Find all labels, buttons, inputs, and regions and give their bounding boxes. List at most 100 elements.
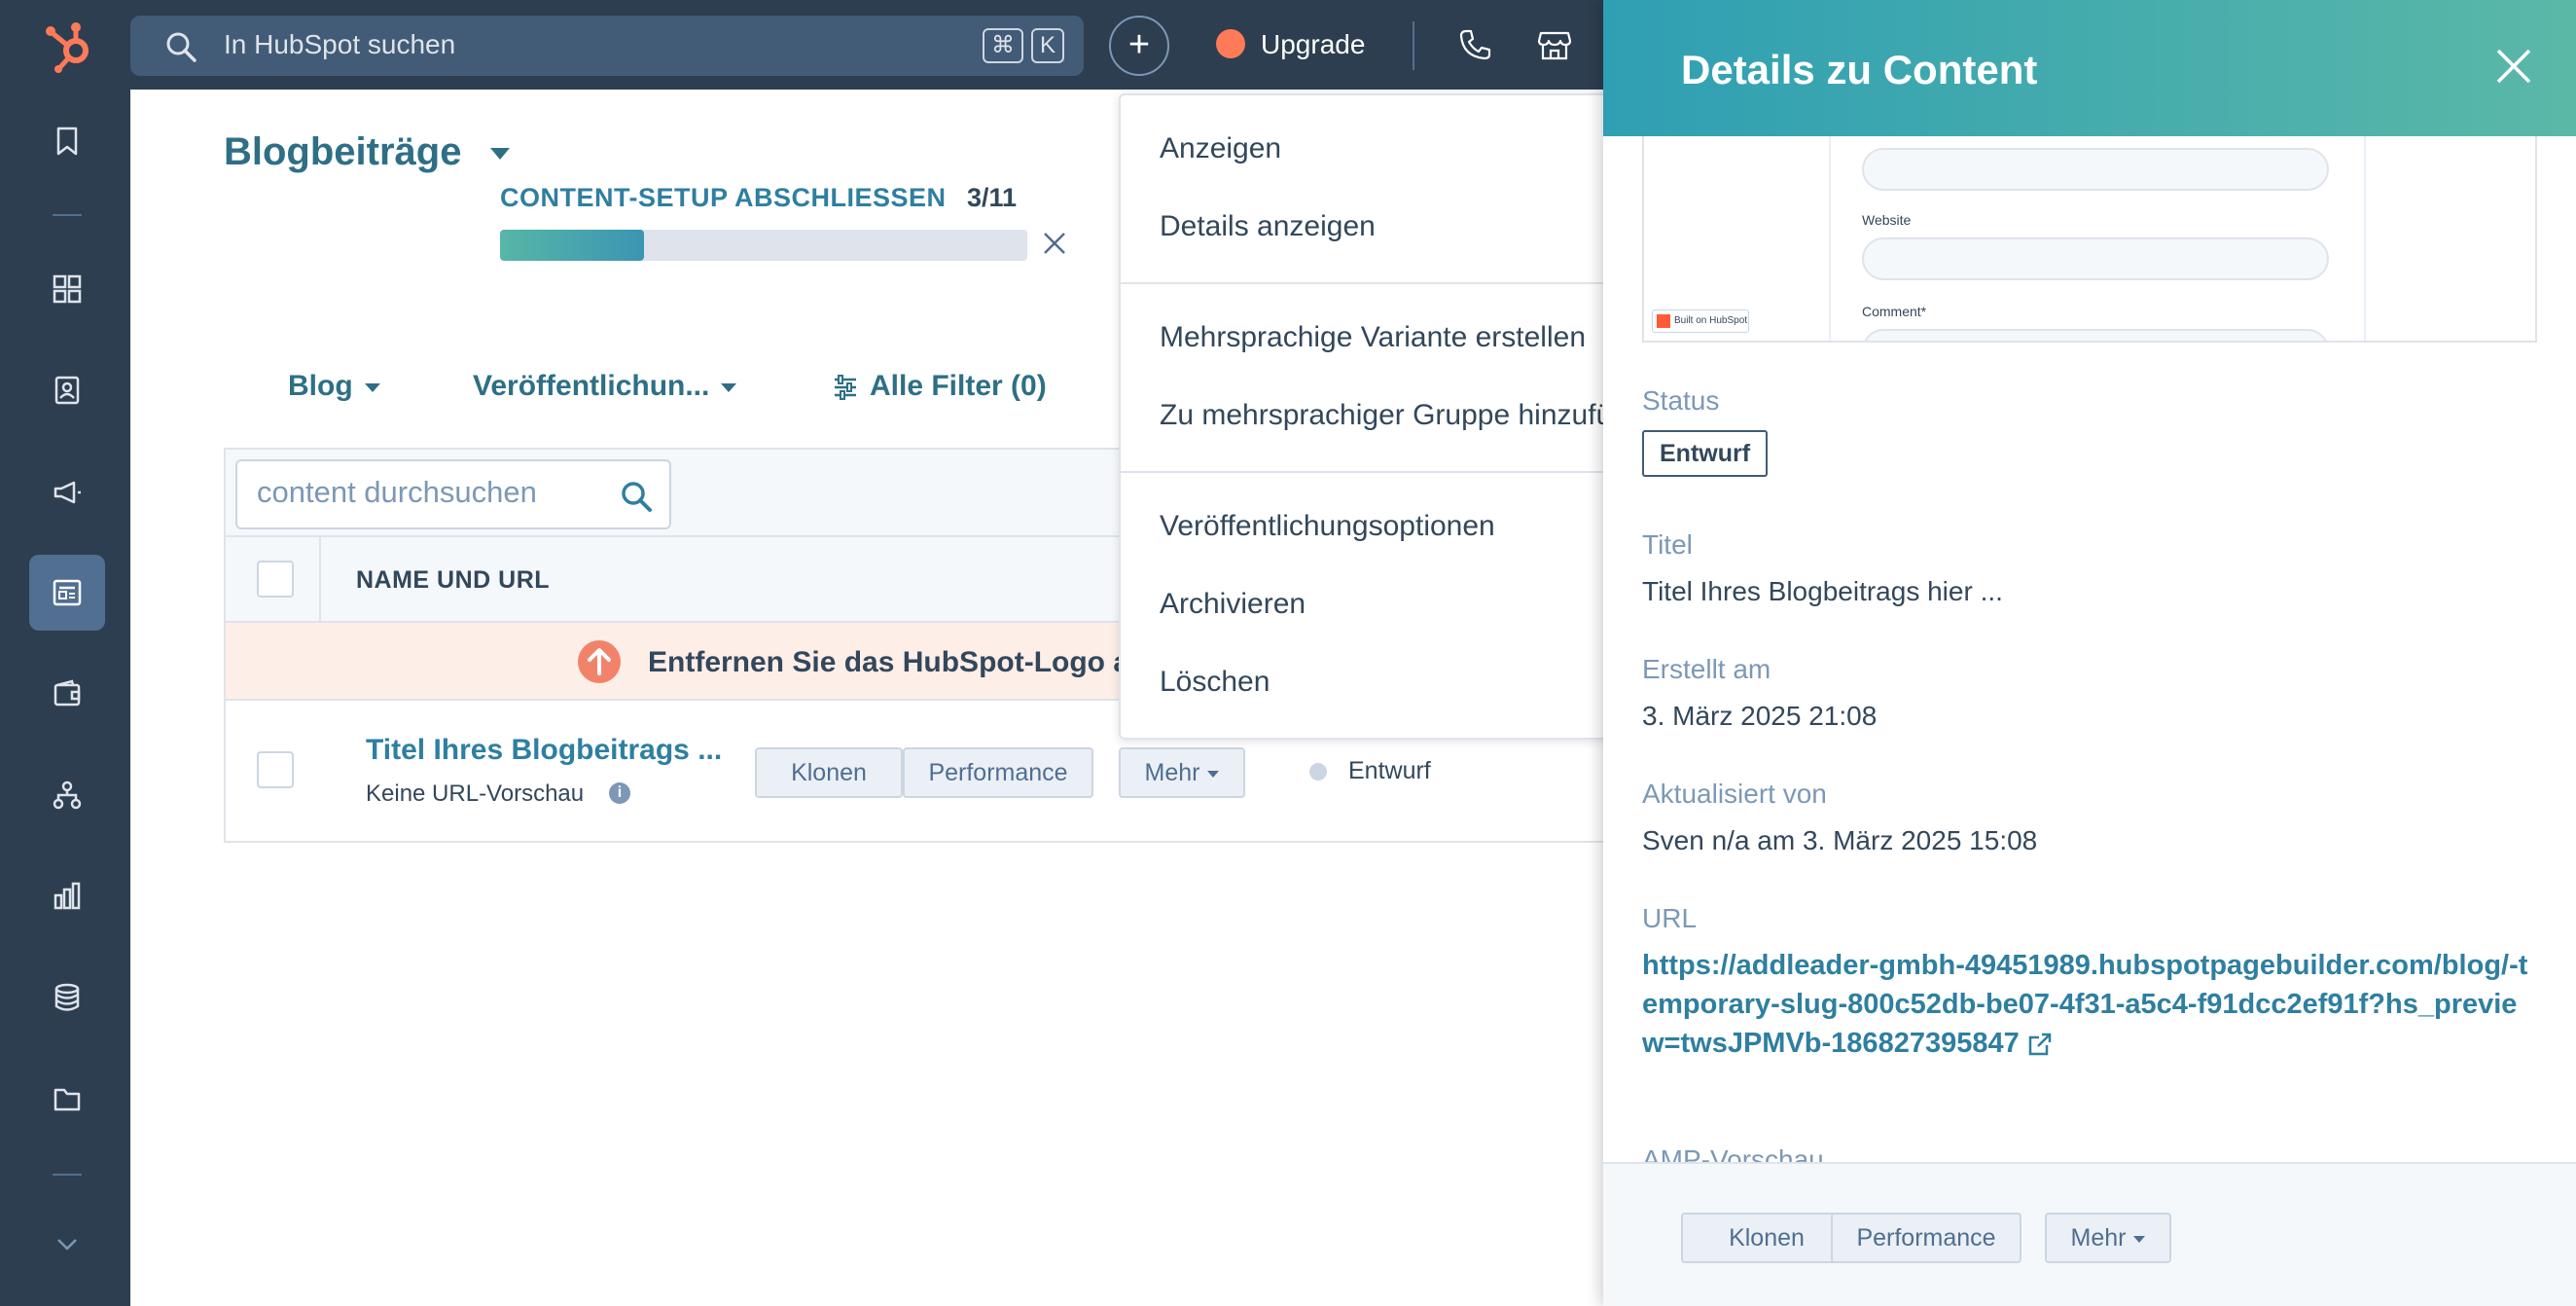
nav-content[interactable] bbox=[29, 555, 105, 631]
nav-commerce[interactable] bbox=[29, 656, 105, 732]
menu-separator bbox=[1121, 282, 1613, 284]
caret-down-icon bbox=[364, 382, 380, 392]
status-label: Status bbox=[1642, 385, 1720, 416]
panel-performance-button[interactable]: Performance bbox=[1831, 1213, 2021, 1263]
preview-form-field bbox=[1862, 329, 2329, 341]
close-icon[interactable] bbox=[1041, 230, 1068, 257]
nav-contacts[interactable] bbox=[29, 352, 105, 428]
all-filters-button[interactable]: Alle Filter (0) bbox=[833, 370, 1047, 403]
hubspot-logo-icon[interactable] bbox=[43, 19, 97, 74]
content-setup-label[interactable]: CONTENT-SETUP ABSCHLIESSEN bbox=[500, 183, 947, 213]
phone-icon[interactable] bbox=[1457, 27, 1492, 62]
external-link-icon bbox=[2028, 1034, 2051, 1056]
badge-label: Built on HubSpot bbox=[1674, 315, 1748, 326]
megaphone-icon bbox=[54, 481, 81, 504]
preview-form-field bbox=[1862, 148, 2329, 191]
panel-header: Details zu Content bbox=[1603, 0, 2576, 136]
nav-data-management[interactable] bbox=[29, 960, 105, 1035]
menu-item-archive[interactable]: Archivieren bbox=[1160, 588, 1306, 621]
search-icon bbox=[166, 32, 197, 62]
remove-logo-banner-text: Entfernen Sie das HubSpot-Logo a bbox=[648, 646, 1130, 678]
status-dot-icon bbox=[1309, 763, 1327, 780]
caret-down-icon bbox=[1207, 770, 1220, 778]
nav-automation[interactable] bbox=[29, 757, 105, 833]
bookmark-icon bbox=[56, 127, 78, 156]
sidebar-separator bbox=[53, 214, 82, 216]
upgrade-arrow-icon bbox=[1216, 29, 1245, 58]
info-icon[interactable]: i bbox=[609, 782, 630, 804]
upgrade-arrow-icon bbox=[578, 640, 621, 683]
panel-more-button-label: Mehr bbox=[2070, 1224, 2127, 1252]
performance-button[interactable]: Performance bbox=[903, 747, 1093, 798]
url-link-text: https://addleader-gmbh-49451989.hubspotp… bbox=[1642, 950, 2528, 1059]
nav-marketing[interactable] bbox=[29, 453, 105, 529]
content-details-panel: Details zu Content Website Comment* Buil… bbox=[1603, 0, 2576, 1306]
preview-website-label: Website bbox=[1862, 212, 1912, 228]
content-icon bbox=[53, 579, 82, 606]
preview-form-field bbox=[1862, 237, 2329, 280]
database-icon bbox=[54, 983, 80, 1011]
nav-library[interactable] bbox=[29, 1061, 105, 1137]
panel-clone-button[interactable]: Klonen bbox=[1681, 1213, 1852, 1263]
content-search-field[interactable] bbox=[235, 459, 671, 529]
created-value: 3. März 2025 21:08 bbox=[1642, 701, 1878, 731]
blog-filter-dropdown[interactable]: Blog bbox=[288, 370, 380, 403]
topbar-divider bbox=[1413, 21, 1414, 70]
content-search-input[interactable] bbox=[257, 475, 588, 510]
title-value: Titel Ihres Blogbeitrags hier ... bbox=[1642, 576, 2003, 606]
menu-item-create-multilingual-variant[interactable]: Mehrsprachige Variante erstellen bbox=[1160, 321, 1586, 354]
content-setup-count: 3/11 bbox=[967, 183, 1018, 212]
content-setup-progress-bar bbox=[500, 230, 1027, 261]
marketplace-icon[interactable] bbox=[1537, 27, 1572, 62]
progress-fill bbox=[500, 230, 644, 261]
left-sidebar bbox=[0, 90, 130, 1306]
nav-reporting[interactable] bbox=[29, 858, 105, 934]
updated-label: Aktualisiert von bbox=[1642, 779, 1827, 809]
panel-more-button[interactable]: Mehr bbox=[2045, 1213, 2171, 1263]
global-search-placeholder: In HubSpot suchen bbox=[224, 29, 456, 59]
column-divider bbox=[319, 537, 321, 623]
sidebar-separator bbox=[53, 1174, 82, 1176]
grid-icon bbox=[53, 274, 82, 304]
global-search-input[interactable]: In HubSpot suchen ⌘ K bbox=[130, 16, 1084, 76]
row-url-preview: Keine URL-Vorschau bbox=[366, 780, 585, 807]
wallet-icon bbox=[54, 679, 81, 707]
more-button[interactable]: Mehr bbox=[1119, 747, 1245, 798]
more-actions-menu: Anzeigen Details anzeigen Mehrsprachige … bbox=[1119, 93, 1615, 740]
built-on-hubspot-badge: Built on HubSpot bbox=[1652, 309, 1749, 333]
nav-dashboards[interactable] bbox=[29, 251, 105, 327]
preview-divider bbox=[2364, 136, 2366, 341]
nav-expand[interactable] bbox=[29, 1209, 105, 1267]
status-badge: Entwurf bbox=[1642, 430, 1769, 477]
preview-divider bbox=[1829, 136, 1831, 341]
title-dropdown-caret-icon[interactable] bbox=[490, 148, 510, 160]
close-icon[interactable] bbox=[2494, 47, 2533, 86]
url-label: URL bbox=[1642, 903, 1698, 933]
publish-filter-dropdown[interactable]: Veröffentlichun... bbox=[473, 370, 737, 403]
caret-down-icon bbox=[2133, 1235, 2146, 1243]
caret-down-icon bbox=[721, 382, 737, 392]
more-button-label: Mehr bbox=[1144, 759, 1200, 786]
search-icon[interactable] bbox=[619, 479, 654, 514]
menu-item-delete[interactable]: Löschen bbox=[1160, 666, 1270, 699]
clone-button[interactable]: Klonen bbox=[755, 747, 903, 798]
title-label: Titel bbox=[1642, 529, 1693, 560]
row-checkbox[interactable] bbox=[257, 751, 294, 788]
publish-filter-label: Veröffentlichun... bbox=[473, 370, 710, 402]
menu-item-view[interactable]: Anzeigen bbox=[1160, 132, 1281, 165]
content-preview-thumbnail[interactable]: Website Comment* Built on HubSpot bbox=[1642, 136, 2537, 343]
url-link[interactable]: https://addleader-gmbh-49451989.hubspotp… bbox=[1642, 946, 2537, 1063]
menu-item-publishing-options[interactable]: Veröffentlichungsoptionen bbox=[1160, 510, 1495, 543]
row-title-link[interactable]: Titel Ihres Blogbeitrags ... bbox=[366, 734, 722, 767]
select-all-checkbox[interactable] bbox=[257, 561, 294, 598]
nav-bookmarks[interactable] bbox=[29, 103, 105, 179]
page-title[interactable]: Blogbeiträge bbox=[224, 130, 461, 174]
hubspot-badge-icon bbox=[1657, 314, 1670, 328]
updated-value: Sven n/a am 3. März 2025 15:08 bbox=[1642, 825, 2038, 855]
menu-item-add-to-multilingual-group[interactable]: Zu mehrsprachiger Gruppe hinzufü bbox=[1160, 399, 1612, 432]
create-new-button[interactable]: + bbox=[1109, 16, 1169, 76]
menu-item-show-details[interactable]: Details anzeigen bbox=[1160, 210, 1376, 243]
contacts-icon bbox=[54, 376, 80, 405]
column-header-name-url[interactable]: NAME UND URL bbox=[356, 566, 550, 595]
filter-sliders-icon bbox=[835, 375, 856, 401]
